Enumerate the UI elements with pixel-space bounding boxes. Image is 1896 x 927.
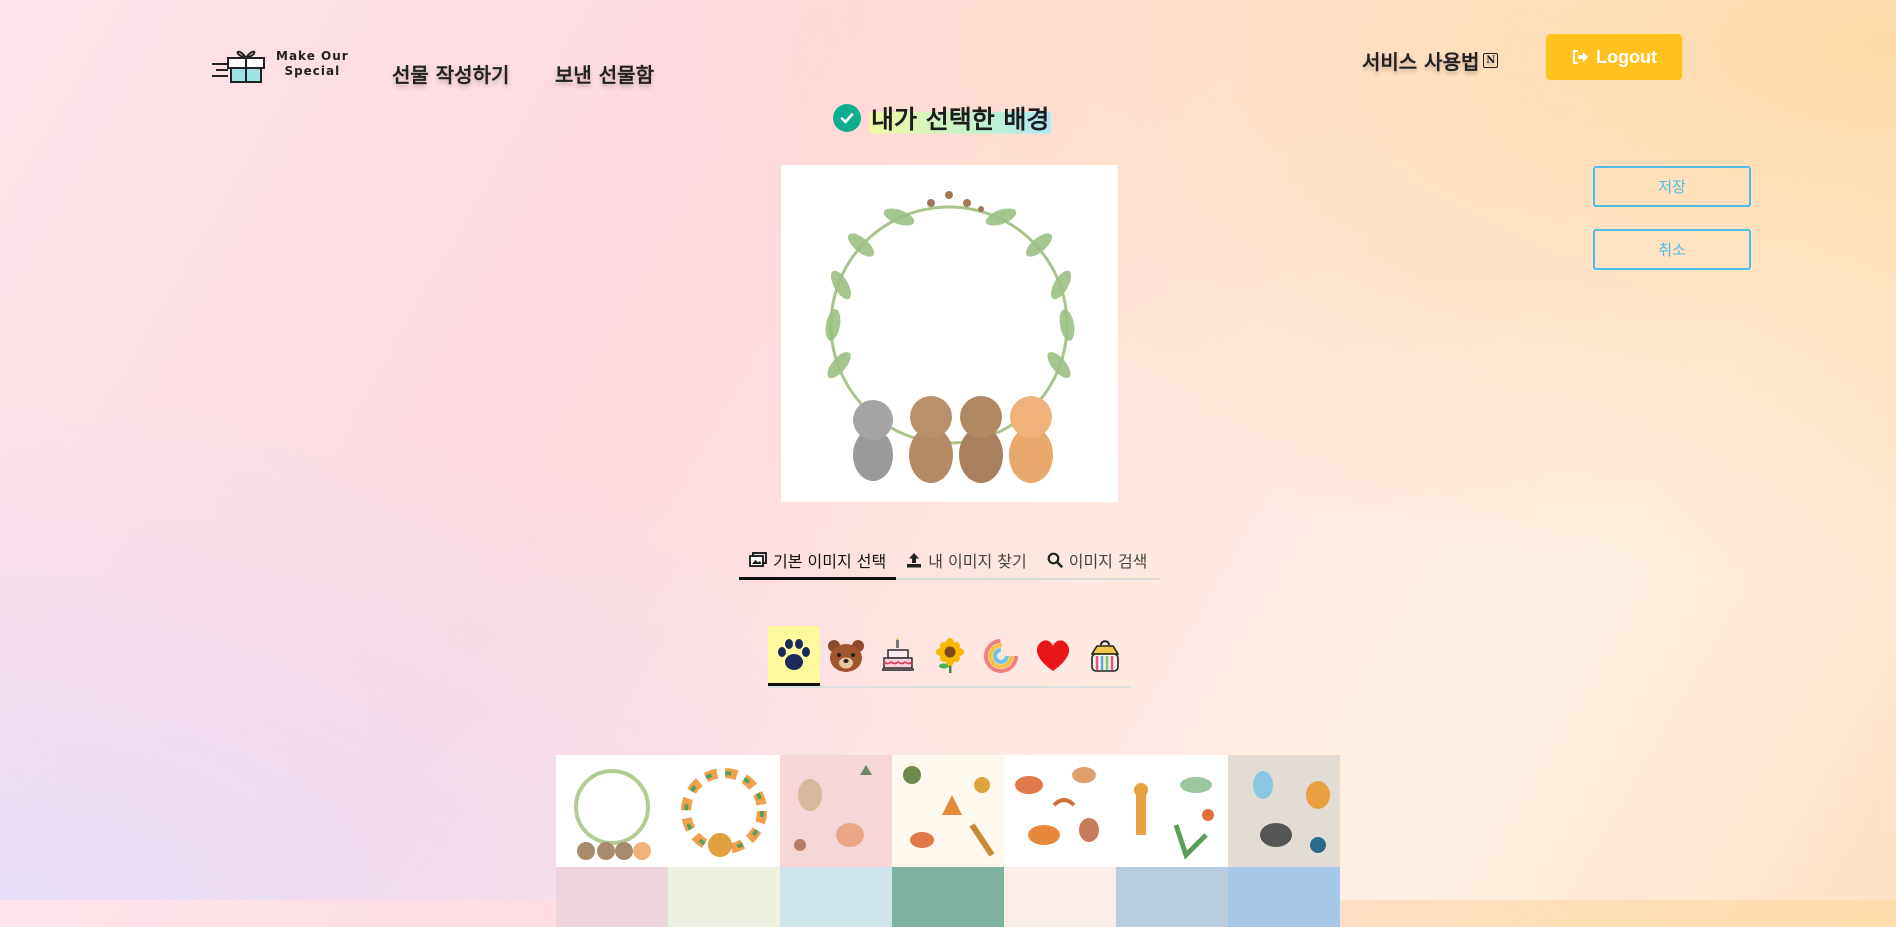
tab-my-images-label: 내 이미지 찾기 bbox=[928, 552, 1027, 571]
save-button[interactable]: 저장 bbox=[1593, 166, 1751, 207]
category-selector bbox=[768, 626, 1131, 688]
thumbnail-row2-2[interactable] bbox=[668, 867, 780, 927]
category-bag[interactable] bbox=[1079, 626, 1131, 686]
cake-icon bbox=[881, 638, 914, 671]
search-icon bbox=[1047, 552, 1063, 568]
thumbnail-fox-tiger-pattern[interactable] bbox=[1004, 755, 1116, 867]
nav-write-gift[interactable]: 선물 작성하기 bbox=[392, 59, 509, 88]
logout-button[interactable]: Logout bbox=[1546, 34, 1682, 80]
tab-image-search[interactable]: 이미지 검색 bbox=[1037, 542, 1158, 578]
thumbnail-pink-forest[interactable] bbox=[780, 755, 892, 867]
upload-icon bbox=[907, 553, 922, 568]
page-title: 내가 선택한 배경 bbox=[869, 100, 1052, 136]
tab-default-images-label: 기본 이미지 선택 bbox=[773, 551, 887, 571]
check-circle-icon bbox=[833, 104, 861, 132]
selected-background-title: 내가 선택한 배경 bbox=[833, 100, 1052, 136]
thumbnail-row2-6[interactable] bbox=[1116, 867, 1228, 927]
category-bear[interactable] bbox=[820, 626, 872, 686]
tab-image-search-label: 이미지 검색 bbox=[1068, 552, 1148, 571]
thumbnail-row2-1[interactable] bbox=[556, 867, 668, 927]
gift-logo-icon bbox=[212, 50, 265, 83]
thumbnail-row2-7[interactable] bbox=[1228, 867, 1340, 927]
tab-default-images[interactable]: 기본 이미지 선택 bbox=[739, 542, 897, 580]
tab-my-images[interactable]: 내 이미지 찾기 bbox=[896, 542, 1037, 578]
app-logo[interactable]: Make Our Special bbox=[212, 44, 349, 84]
service-guide-link[interactable]: 서비스 사용법 N bbox=[1362, 46, 1499, 75]
image-source-tabs: 기본 이미지 선택 내 이미지 찾기 이미지 검색 bbox=[739, 542, 1160, 580]
notion-icon: N bbox=[1483, 53, 1499, 68]
category-sunflower[interactable] bbox=[924, 626, 976, 686]
thumbnail-flower-frame-animals[interactable] bbox=[668, 755, 780, 867]
thumbnail-row2-4[interactable] bbox=[892, 867, 1004, 927]
sign-out-icon bbox=[1573, 50, 1588, 64]
heart-icon bbox=[1037, 640, 1070, 671]
thumbnail-raccoon-pattern[interactable] bbox=[1228, 755, 1340, 867]
thumbnail-row2-5[interactable] bbox=[1004, 867, 1116, 927]
category-paw[interactable] bbox=[768, 626, 820, 686]
logo-text-line2: Special bbox=[284, 64, 341, 78]
paw-icon bbox=[777, 638, 810, 670]
bear-icon bbox=[827, 640, 864, 672]
service-guide-label: 서비스 사용법 bbox=[1362, 50, 1480, 74]
bag-icon bbox=[1090, 640, 1120, 672]
category-heart[interactable] bbox=[1027, 626, 1079, 686]
logout-label: Logout bbox=[1596, 46, 1657, 67]
thumbnail-row2-3[interactable] bbox=[780, 867, 892, 927]
images-icon bbox=[749, 552, 767, 567]
thumbnail-safari-pattern[interactable] bbox=[1116, 755, 1228, 867]
background-preview bbox=[781, 165, 1118, 502]
logo-text-line1: Make Our bbox=[276, 49, 349, 63]
cancel-button[interactable]: 취소 bbox=[1593, 229, 1751, 270]
thumbnail-wreath-animals[interactable] bbox=[556, 755, 668, 867]
wreath-animals-illustration bbox=[825, 191, 1075, 483]
thumbnail-woodland-pattern[interactable] bbox=[892, 755, 1004, 867]
rainbow-icon bbox=[984, 639, 1019, 673]
nav-sent-gifts[interactable]: 보낸 선물함 bbox=[555, 59, 654, 88]
category-rainbow[interactable] bbox=[975, 626, 1027, 686]
category-cake[interactable] bbox=[872, 626, 924, 686]
sunflower-icon bbox=[935, 638, 964, 673]
